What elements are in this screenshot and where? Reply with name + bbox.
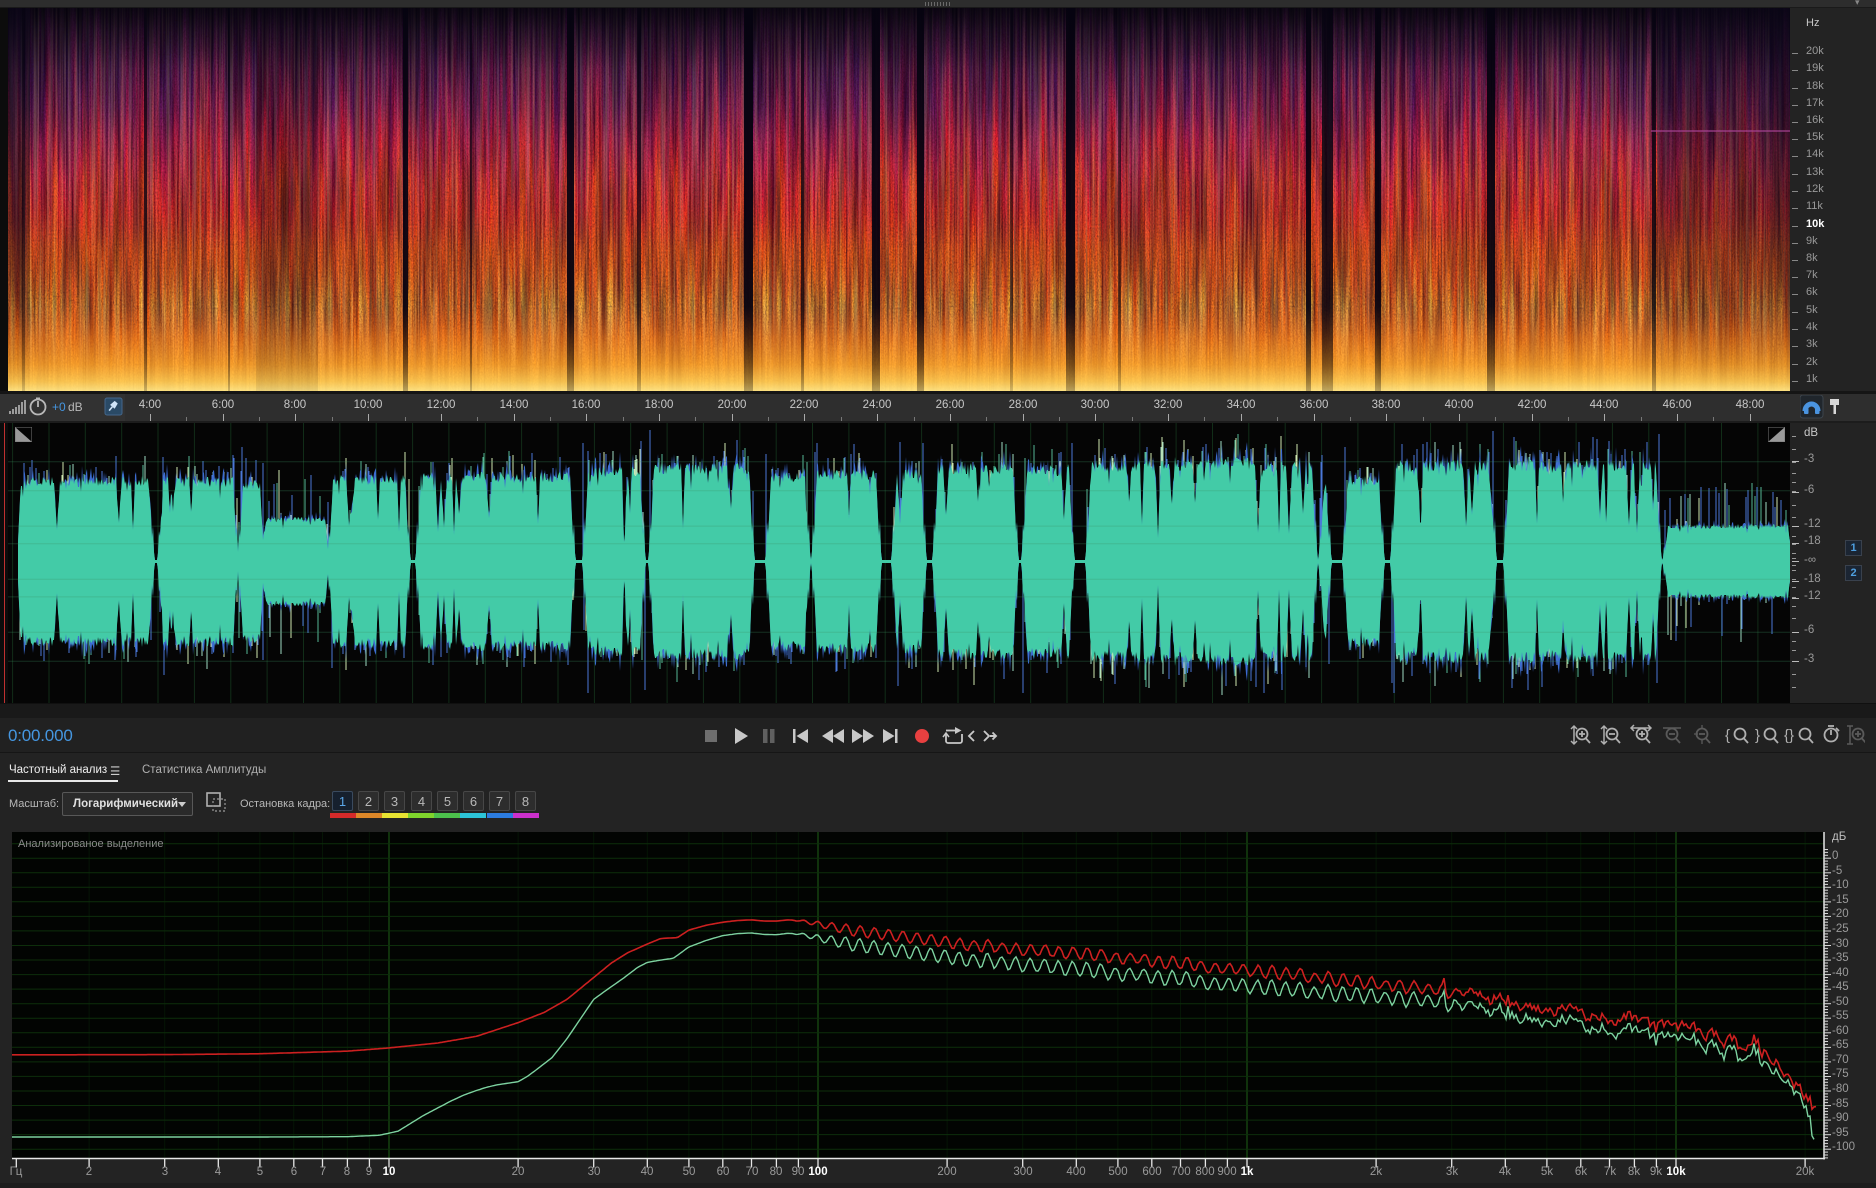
svg-text:dB: dB bbox=[68, 400, 83, 414]
svg-text:}: } bbox=[1755, 727, 1760, 744]
svg-text:{: { bbox=[1725, 727, 1730, 744]
svg-text:{}: {} bbox=[1784, 727, 1794, 744]
svg-text:+0: +0 bbox=[52, 400, 66, 414]
